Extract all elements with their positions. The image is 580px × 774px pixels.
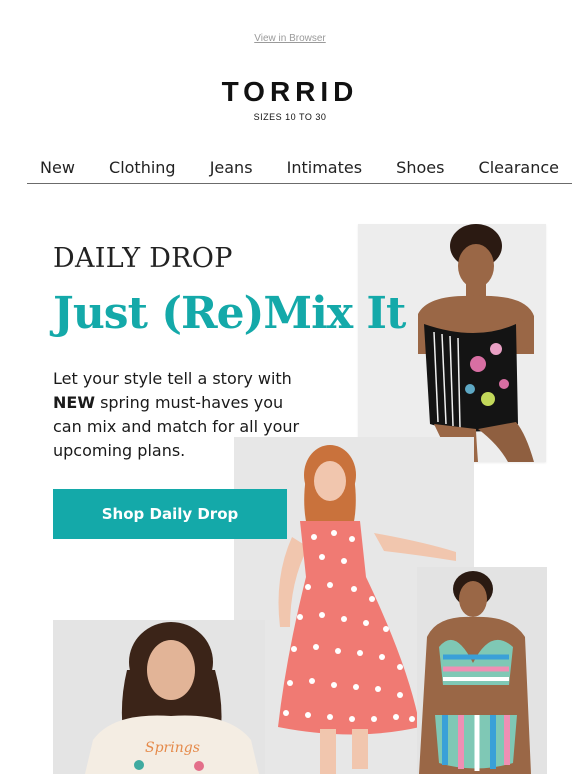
- hero-body-copy: Let your style tell a story with NEW spr…: [53, 367, 313, 463]
- hero-eyebrow: DAILY DROP: [53, 243, 233, 274]
- body-bold-new: NEW: [53, 393, 95, 412]
- view-in-browser-link[interactable]: View in Browser: [0, 33, 580, 44]
- torrid-logo[interactable]: TORRID: [0, 76, 580, 108]
- shop-daily-drop-button[interactable]: Shop Daily Drop: [53, 489, 287, 539]
- main-nav: New Clothing Jeans Intimates Shoes Clear…: [27, 152, 572, 184]
- graphic-tee-model-photo[interactable]: Springs: [53, 620, 265, 774]
- nav-item-new[interactable]: New: [40, 158, 75, 177]
- nav-item-jeans[interactable]: Jeans: [210, 158, 253, 177]
- logo-tagline: SIZES 10 TO 30: [253, 112, 327, 122]
- nav-item-shoes[interactable]: Shoes: [396, 158, 444, 177]
- hero-headline: Just (Re)Mix It: [53, 288, 406, 339]
- swimsuit-model-photo[interactable]: [358, 224, 546, 462]
- nav-item-intimates[interactable]: Intimates: [287, 158, 362, 177]
- svg-text:Springs: Springs: [145, 740, 200, 756]
- nav-item-clothing[interactable]: Clothing: [109, 158, 176, 177]
- body-lead: Let your style tell a story with: [53, 369, 292, 388]
- nav-item-clearance[interactable]: Clearance: [479, 158, 559, 177]
- striped-bikini-model-photo[interactable]: [417, 567, 547, 774]
